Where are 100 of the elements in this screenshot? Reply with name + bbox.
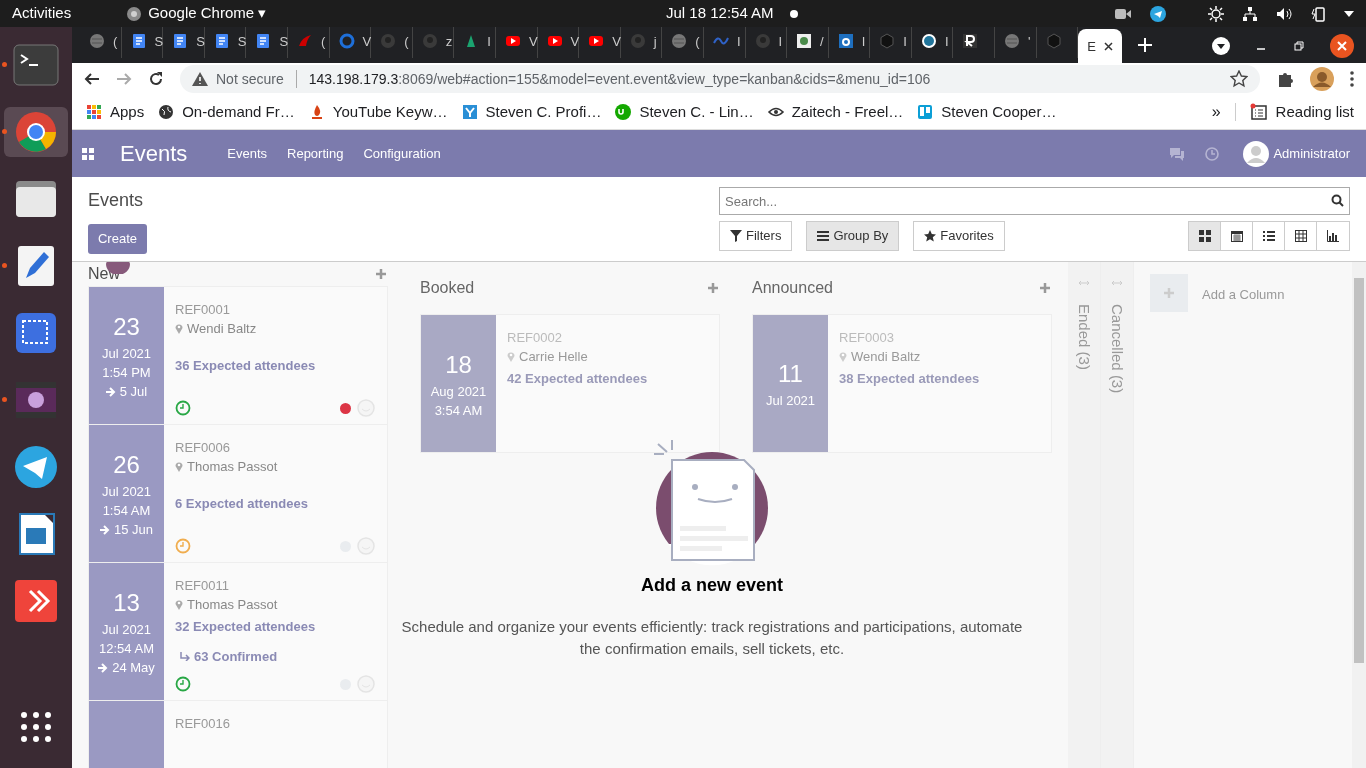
app-menu[interactable]: Google Chrome ▾: [148, 2, 267, 25]
browser-tab[interactable]: S: [121, 24, 164, 58]
scrollbar[interactable]: [1352, 262, 1366, 768]
reading-list-button[interactable]: Reading list: [1249, 100, 1354, 124]
clock-date[interactable]: Jul 18 12:54 AM: [666, 2, 774, 25]
dropdown-icon[interactable]: [1212, 37, 1230, 55]
browser-tab[interactable]: ': [995, 24, 1037, 58]
deadline-text: 15 Jun: [113, 521, 153, 539]
browser-tab[interactable]: I: [911, 24, 954, 58]
more-bookmarks-button[interactable]: »: [1211, 100, 1221, 124]
ring-icon: [338, 33, 355, 49]
add-icon[interactable]: [376, 269, 386, 279]
apps-grid-icon: [86, 104, 102, 120]
close-icon[interactable]: [1330, 34, 1354, 58]
tab-title: j: [653, 34, 657, 48]
apps-menu-icon[interactable]: [82, 147, 94, 160]
bookmark[interactable]: On-demand Fr…: [158, 100, 295, 124]
menu-item[interactable]: Configuration: [363, 143, 441, 164]
browser-tab[interactable]: (: [287, 24, 330, 58]
browser-tab[interactable]: V: [537, 24, 580, 58]
create-button[interactable]: Create: [88, 224, 147, 254]
attendee-count: 32 Expected attendees: [175, 618, 317, 636]
browser-tab[interactable]: V: [579, 24, 621, 58]
tab-title: I: [736, 34, 741, 48]
bookmark[interactable]: YouTube Keyw…: [308, 100, 448, 124]
remote-desktop-icon[interactable]: [12, 577, 60, 625]
play-icon: [588, 33, 605, 49]
new-tab-icon[interactable]: [1138, 38, 1153, 52]
column-title: Cancelled (3): [1108, 304, 1128, 394]
browser-tab[interactable]: S: [163, 24, 205, 58]
event-time: 12:54 AM: [99, 640, 154, 658]
terminal-icon[interactable]: [12, 41, 60, 89]
browser-tab[interactable]: I: [745, 24, 788, 58]
clock-icon[interactable]: [175, 400, 191, 416]
menu-item[interactable]: Reporting: [287, 143, 344, 164]
browser-tab[interactable]: (: [662, 24, 704, 58]
avatar-icon[interactable]: [1310, 67, 1334, 91]
add-icon[interactable]: [1040, 283, 1050, 293]
clock-icon[interactable]: [175, 676, 191, 692]
reload-icon[interactable]: [148, 71, 164, 87]
bookmark[interactable]: Apps: [86, 100, 145, 124]
filter-button[interactable]: Group By: [806, 221, 900, 251]
bookmark[interactable]: Steven C. - Lin…: [615, 100, 754, 124]
user-menu[interactable]: Administrator: [1273, 143, 1350, 164]
location-pin-icon: [507, 351, 515, 362]
restore-icon[interactable]: [1292, 39, 1306, 53]
expand-icon: [1079, 280, 1089, 286]
tab-title: S: [196, 34, 205, 48]
tab-title: (: [404, 34, 409, 48]
tab-title: /: [820, 34, 824, 48]
browser-tab[interactable]: /: [787, 24, 829, 58]
globe-icon: [158, 104, 175, 120]
add-icon[interactable]: [708, 283, 718, 293]
browser-tab[interactable]: V: [329, 24, 372, 58]
status-dot-icon[interactable]: [340, 402, 351, 414]
browser-tab[interactable]: V: [495, 24, 538, 58]
telegram-icon[interactable]: [12, 443, 60, 491]
address-field[interactable]: Not secure 143.198.179.3:8069/web#action=155&model=event.event&view_type=kanban&cids=&menu_id=106: [180, 65, 1260, 93]
menu-item[interactable]: Events: [227, 143, 267, 164]
column-title: Announced: [752, 278, 833, 298]
browser-tab[interactable]: I: [870, 24, 912, 58]
event-card[interactable]: 23 Jul 2021 1:54 PM 5 Jul REF0001 Wendi Baltz 36 Expected attendees: [88, 286, 388, 425]
browser-tab[interactable]: I: [454, 24, 496, 58]
attendee-count: 42 Expected attendees: [507, 370, 649, 388]
menu-icon: [817, 230, 830, 242]
browser-tab[interactable]: z: [412, 24, 455, 58]
event-card[interactable]: 26 Jul 2021 1:54 AM 15 Jun REF0006 Thomas Passot 6 Expected attendees: [88, 424, 388, 563]
activities-button[interactable]: Activities: [12, 2, 72, 25]
warning-icon: [192, 72, 208, 86]
tab-title: V: [570, 34, 580, 48]
bookmark[interactable]: Steven Cooper…: [917, 100, 1057, 124]
browser-tab[interactable]: I: [703, 24, 746, 58]
event-time: 1:54 PM: [102, 364, 151, 382]
browser-tab[interactable]: j: [620, 24, 663, 58]
view-switch-button[interactable]: [1189, 222, 1221, 250]
browser-tab[interactable]: I: [828, 24, 871, 58]
emblem-icon: [796, 33, 813, 49]
bookmark[interactable]: Steven C. Profi…: [461, 100, 602, 124]
back-icon[interactable]: [84, 71, 100, 87]
browser-tab[interactable]: S: [246, 24, 288, 58]
browser-tab[interactable]: E: [1078, 29, 1123, 63]
filter-button[interactable]: Filters: [719, 221, 793, 251]
browser-tab[interactable]: (: [371, 24, 413, 58]
user-avatar-icon[interactable]: [1243, 140, 1270, 167]
app-title[interactable]: Events: [120, 137, 188, 170]
star-icon[interactable]: [1230, 70, 1248, 88]
puzzle-icon[interactable]: [1276, 70, 1294, 88]
security-label: Not secure: [216, 69, 284, 89]
browser-tab[interactable]: S: [204, 24, 247, 58]
document-icon: [255, 33, 272, 49]
expand-icon: [1112, 280, 1122, 286]
list-icon: [1262, 230, 1275, 242]
more-icon[interactable]: [1350, 71, 1354, 87]
filter-button[interactable]: Favorites: [913, 221, 1005, 251]
browser-tab[interactable]: (: [80, 24, 122, 58]
table-icon: [1294, 230, 1307, 242]
event-card[interactable]: 13 Jul 2021 12:54 AM 24 May REF0011 Thomas Passot 32 Expected attendees 63 Confirmed: [88, 562, 388, 701]
document-icon: [213, 33, 230, 49]
bookmark[interactable]: Zaitech - Freel…: [767, 100, 904, 124]
search-field[interactable]: Search...: [719, 187, 1350, 215]
